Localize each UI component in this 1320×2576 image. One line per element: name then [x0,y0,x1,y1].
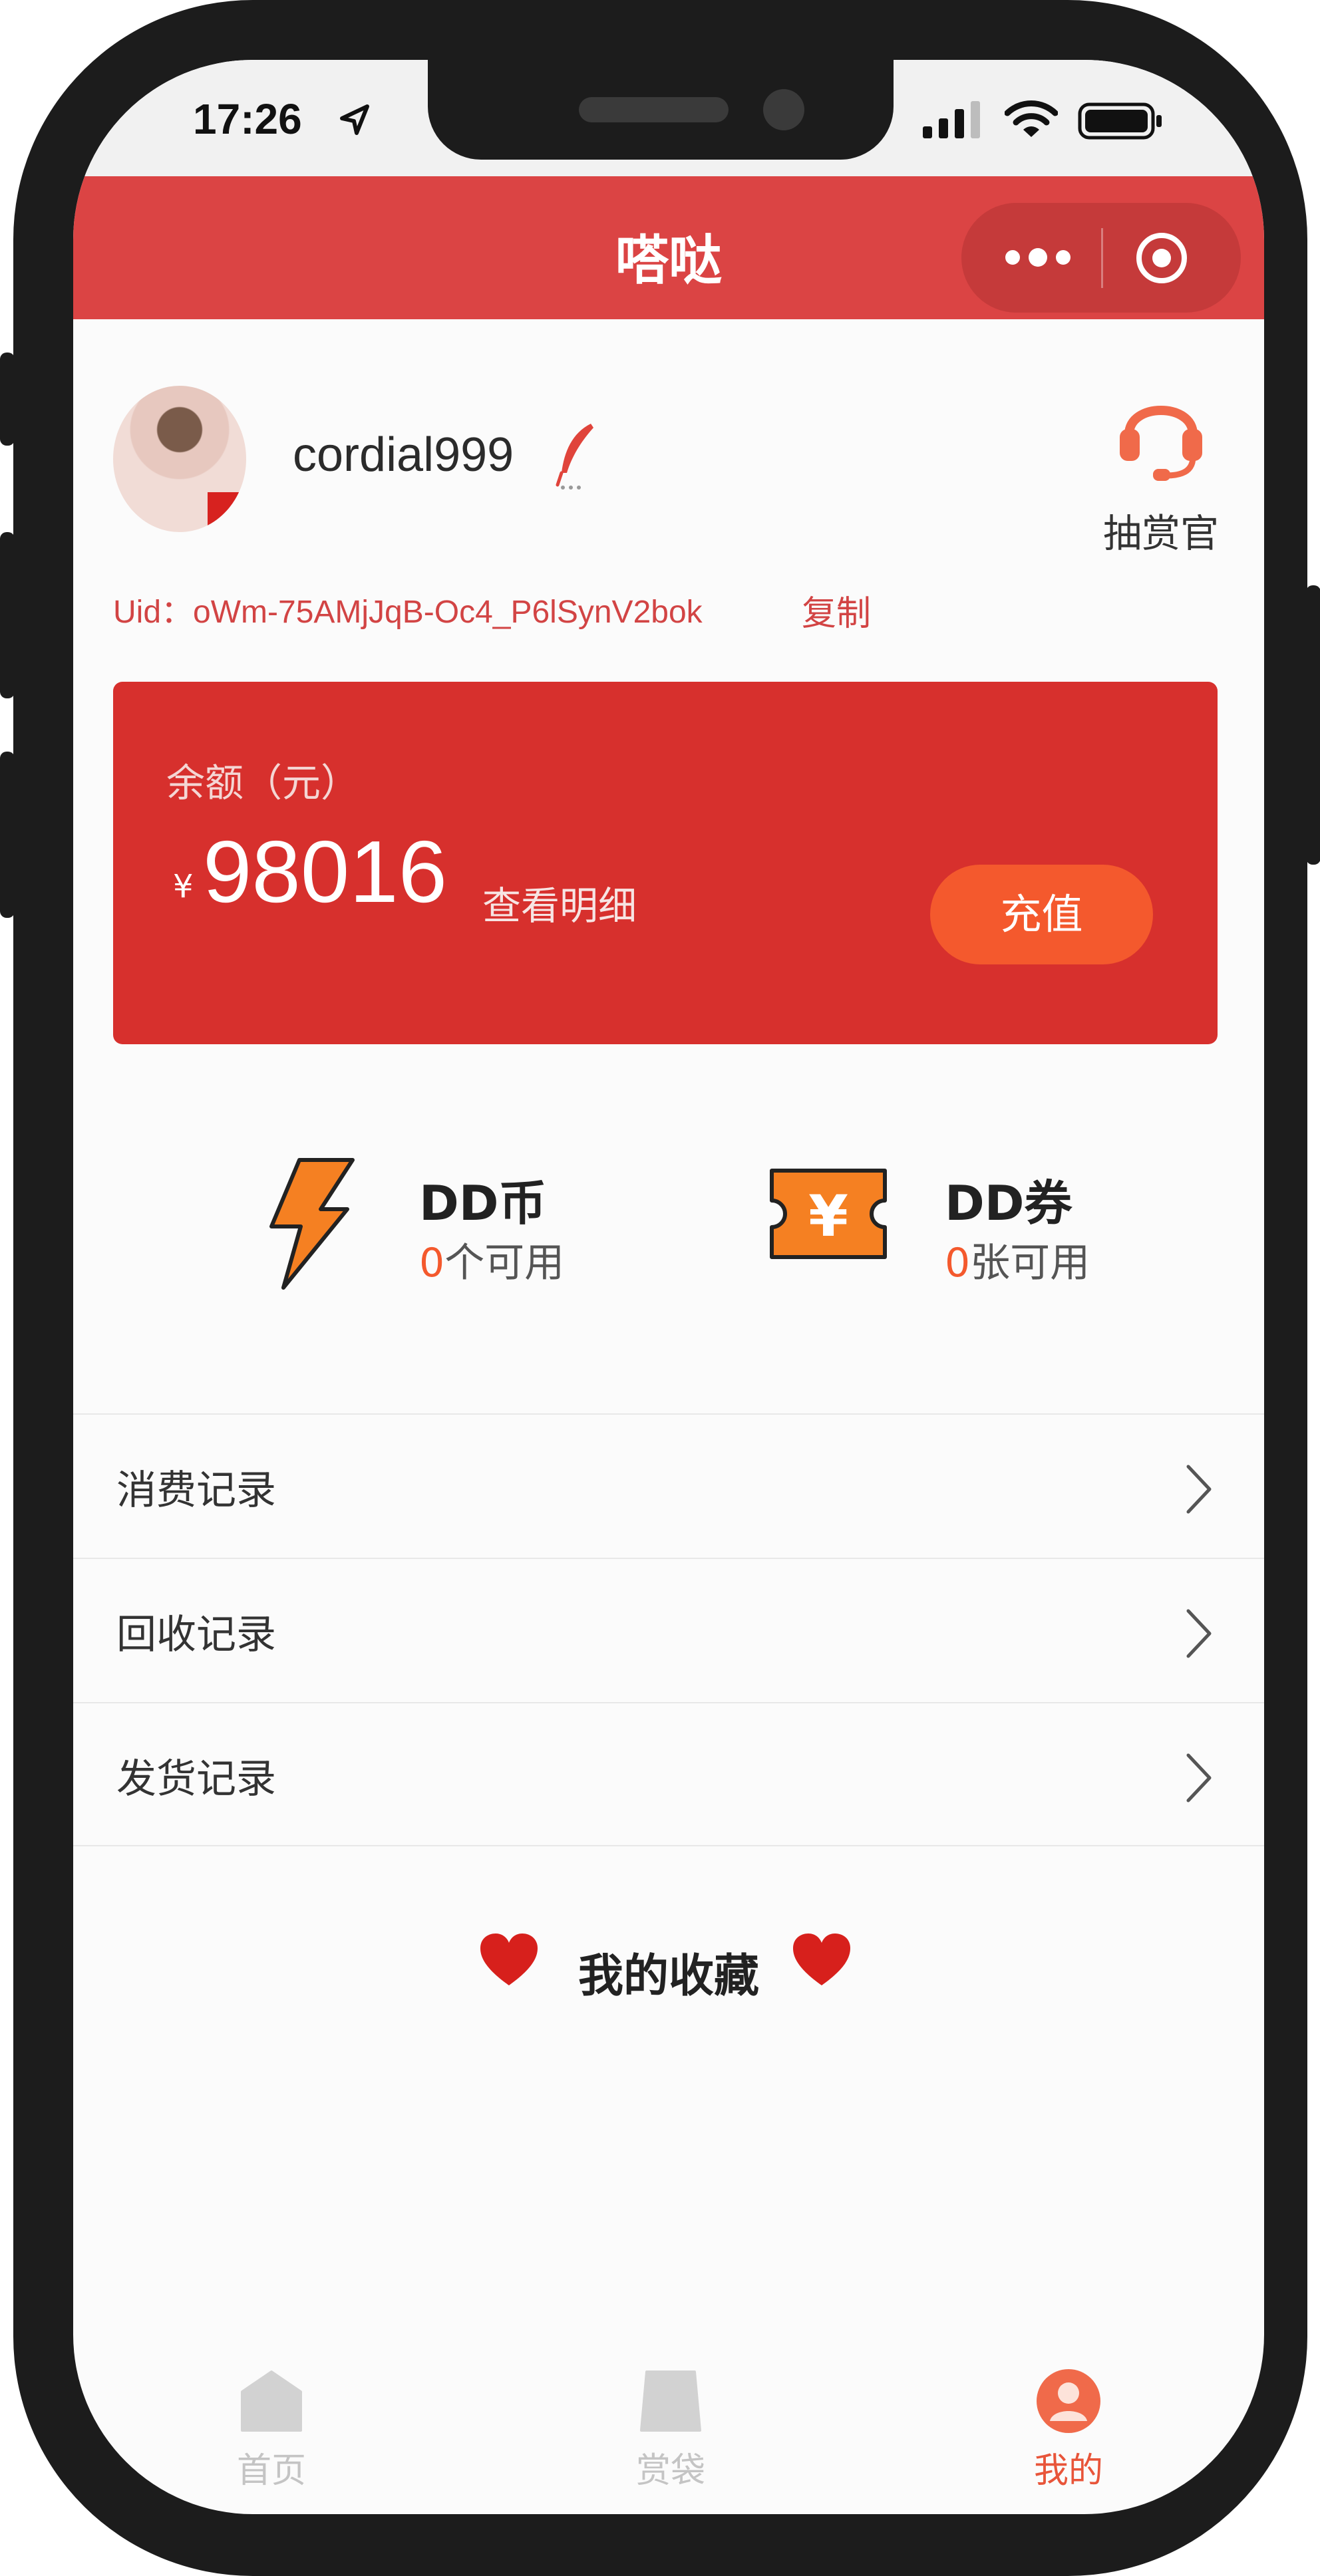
wifi-icon [1005,100,1058,137]
svg-text:¥: ¥ [808,1183,848,1250]
dd-coin-title: DD币 [419,1175,547,1231]
tab-profile[interactable]: 我的 [989,2368,1148,2492]
username: cordial999 [293,428,514,482]
cellular-signal-icon [923,101,980,138]
dd-coin-available: 0个可用 [419,1230,564,1288]
menu-item-shipping-records[interactable]: 发货记录 [73,1702,1264,1846]
menu-item-label: 发货记录 [116,1756,276,1802]
favorites-title: 我的收藏 [578,1950,759,2003]
home-icon [241,2370,302,2432]
more-options-icon[interactable] [998,237,1078,277]
chevron-right-icon [1186,1609,1212,1658]
balance-label: 余额（元） [166,760,360,805]
screen: 17:26 嗒哒 cordial999 抽赏官 Uid：oWm-75AMjJqB… [73,60,1264,2514]
balance-card: 余额（元） ¥ 98016 查看明细 充值 [113,682,1218,1044]
front-camera [763,89,804,130]
mute-switch [0,353,15,446]
dd-voucher-suffix: 张可用 [970,1240,1090,1286]
dd-coin-suffix: 个可用 [444,1240,565,1286]
avatar-flag-badge [208,492,241,525]
view-details-link[interactable]: 查看明细 [482,875,637,930]
copy-uid-button[interactable]: 复制 [802,585,871,635]
recharge-button[interactable]: 充值 [930,865,1153,964]
tab-label: 我的 [1033,2451,1103,2491]
heart-icon [793,1933,850,1985]
dd-voucher-widget[interactable]: ¥ DD券 0张可用 [765,1164,1164,1310]
tab-home[interactable]: 首页 [192,2368,351,2492]
chevron-right-icon [1186,1753,1212,1802]
power-button [1306,585,1320,865]
profile-icon [1037,2369,1100,2433]
balance-amount: 98016 [203,823,448,921]
lightning-icon [269,1158,355,1290]
capsule-divider [1101,228,1103,288]
mini-program-capsule [961,203,1241,313]
menu-item-consumption-records[interactable]: 消费记录 [73,1413,1264,1558]
close-mini-program-icon[interactable] [1134,231,1189,285]
speaker [579,97,729,122]
dd-voucher-count: 0 [945,1240,971,1286]
volume-up-button [0,532,15,698]
chevron-right-icon [1186,1465,1212,1514]
status-bar: 17:26 [73,60,1264,176]
notch [428,60,894,160]
dd-coin-widget[interactable]: DD币 0个可用 [259,1157,659,1304]
phone-frame: 17:26 嗒哒 cordial999 抽赏官 Uid：oWm-75AMjJqB… [0,0,1320,2576]
menu-item-label: 回收记录 [116,1612,276,1658]
customer-service-label[interactable]: 抽赏官 [1084,502,1238,558]
tab-prize-bag[interactable]: 赏袋 [591,2368,750,2492]
volume-down-button [0,752,15,918]
tab-label: 首页 [236,2451,306,2491]
status-time: 17:26 [193,95,302,143]
menu-item-label: 消费记录 [116,1467,276,1514]
bag-icon [640,2370,701,2432]
tab-label: 赏袋 [635,2451,705,2491]
records-menu: 消费记录 回收记录 发货记录 [73,1413,1264,1846]
edit-feather-icon[interactable] [552,421,599,491]
location-arrow-icon [340,104,369,135]
app-header: 嗒哒 [73,176,1264,319]
dd-voucher-available: 0张可用 [945,1230,1090,1288]
ticket-icon: ¥ [770,1169,887,1259]
avatar[interactable] [113,386,246,532]
menu-item-recycle-records[interactable]: 回收记录 [73,1558,1264,1702]
user-uid: Uid：oWm-75AMjJqB-Oc4_P6lSynV2bok [113,595,703,630]
currency-symbol: ¥ [173,868,194,905]
dd-voucher-title: DD券 [945,1175,1072,1231]
customer-service-headset-icon[interactable] [1114,382,1208,482]
dd-coin-count: 0 [419,1240,445,1286]
battery-icon [1078,102,1162,140]
